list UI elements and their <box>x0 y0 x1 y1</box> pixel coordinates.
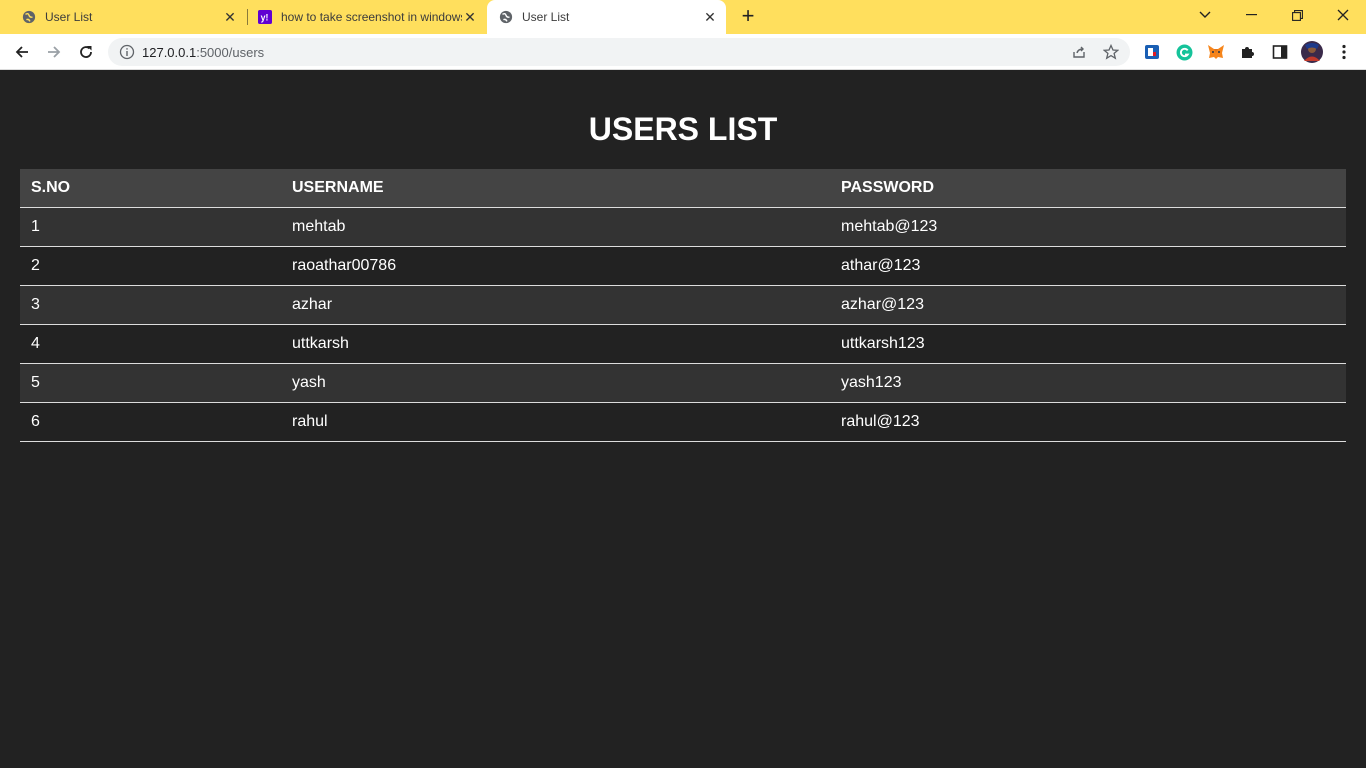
table-row: 1 mehtab mehtab@123 <box>20 206 1346 246</box>
forward-arrow-icon <box>48 46 61 58</box>
users-table: S.NO USERNAME PASSWORD 1 mehtab mehtab@1… <box>20 169 1346 442</box>
globe-icon <box>499 10 513 24</box>
url-host: 127.0.0.1 <box>142 45 197 60</box>
page-content: USERS LIST S.NO USERNAME PASSWORD 1 meht… <box>0 71 1366 768</box>
url-path: :5000/users <box>196 45 265 60</box>
site-info-icon[interactable] <box>119 44 135 60</box>
profile-avatar-icon[interactable] <box>1300 40 1324 64</box>
back-arrow-icon <box>15 46 28 58</box>
column-header-password: PASSWORD <box>830 169 1346 207</box>
table-row: 2 raoathar00786 athar@123 <box>20 245 1346 285</box>
reload-icon <box>80 46 92 58</box>
reload-button[interactable] <box>73 39 99 65</box>
close-tab-icon[interactable]: ✕ <box>702 9 718 25</box>
table-row: 4 uttkarsh uttkarsh123 <box>20 323 1346 363</box>
grammarly-icon[interactable] <box>1174 42 1194 62</box>
tab-title: how to take screenshot in windows <box>281 10 462 24</box>
new-tab-button[interactable]: + <box>737 5 759 28</box>
tab-title: User List <box>522 10 570 24</box>
yahoo-icon: y! <box>258 10 272 24</box>
tab-user-list-active[interactable]: User List ✕ <box>487 0 726 34</box>
close-window-button[interactable] <box>1320 0 1366 30</box>
cell-username: azhar <box>281 284 830 324</box>
cell-username: raoathar00786 <box>281 245 830 285</box>
cell-password: uttkarsh123 <box>830 323 1346 363</box>
table-row: 6 rahul rahul@123 <box>20 401 1346 442</box>
cell-password: mehtab@123 <box>830 206 1346 246</box>
cell-username: mehtab <box>281 206 830 246</box>
minimize-button[interactable] <box>1228 0 1274 30</box>
side-panel-icon[interactable] <box>1270 42 1290 62</box>
tab-title: User List <box>45 10 93 24</box>
page-title: USERS LIST <box>588 111 778 147</box>
cell-username: uttkarsh <box>281 323 830 363</box>
svg-text:y!: y! <box>261 13 269 23</box>
cell-password: athar@123 <box>830 245 1346 285</box>
cell-password: azhar@123 <box>830 284 1346 324</box>
restore-button[interactable] <box>1274 0 1320 30</box>
tab-search-icon[interactable] <box>1182 0 1228 30</box>
tab-screenshot-search[interactable]: y! how to take screenshot in windows ✕ <box>236 0 486 34</box>
extensions-puzzle-icon[interactable] <box>1238 42 1258 62</box>
cell-sno: 6 <box>20 401 281 442</box>
address-bar[interactable]: 127.0.0.1:5000/users <box>108 38 1130 66</box>
back-button[interactable] <box>9 39 35 65</box>
share-icon[interactable] <box>1071 44 1087 60</box>
cell-password: yash123 <box>830 362 1346 402</box>
cell-password: rahul@123 <box>830 401 1346 442</box>
browser-menu-icon[interactable] <box>1334 42 1354 62</box>
table-row: 5 yash yash123 <box>20 362 1346 402</box>
extension-blue-icon[interactable] <box>1142 42 1162 62</box>
cell-sno: 1 <box>20 206 281 246</box>
table-header-row: S.NO USERNAME PASSWORD <box>20 169 1346 207</box>
browser-toolbar: 127.0.0.1:5000/users <box>0 34 1366 70</box>
column-header-username: USERNAME <box>281 169 830 207</box>
cell-username: rahul <box>281 401 830 442</box>
column-header-sno: S.NO <box>20 169 281 207</box>
close-tab-icon[interactable]: ✕ <box>462 9 478 25</box>
globe-icon <box>22 10 36 24</box>
tab-user-list-1[interactable]: User List ✕ <box>0 0 246 34</box>
metamask-fox-icon[interactable] <box>1206 42 1226 62</box>
cell-sno: 4 <box>20 323 281 363</box>
forward-button[interactable] <box>41 39 67 65</box>
bookmark-star-icon[interactable] <box>1103 44 1119 60</box>
url-text[interactable]: 127.0.0.1:5000/users <box>142 45 264 60</box>
cell-sno: 2 <box>20 245 281 285</box>
table-row: 3 azhar azhar@123 <box>20 284 1346 324</box>
cell-sno: 5 <box>20 362 281 402</box>
cell-sno: 3 <box>20 284 281 324</box>
tab-strip: User List ✕ y! how to take screenshot in… <box>0 0 1366 34</box>
cell-username: yash <box>281 362 830 402</box>
